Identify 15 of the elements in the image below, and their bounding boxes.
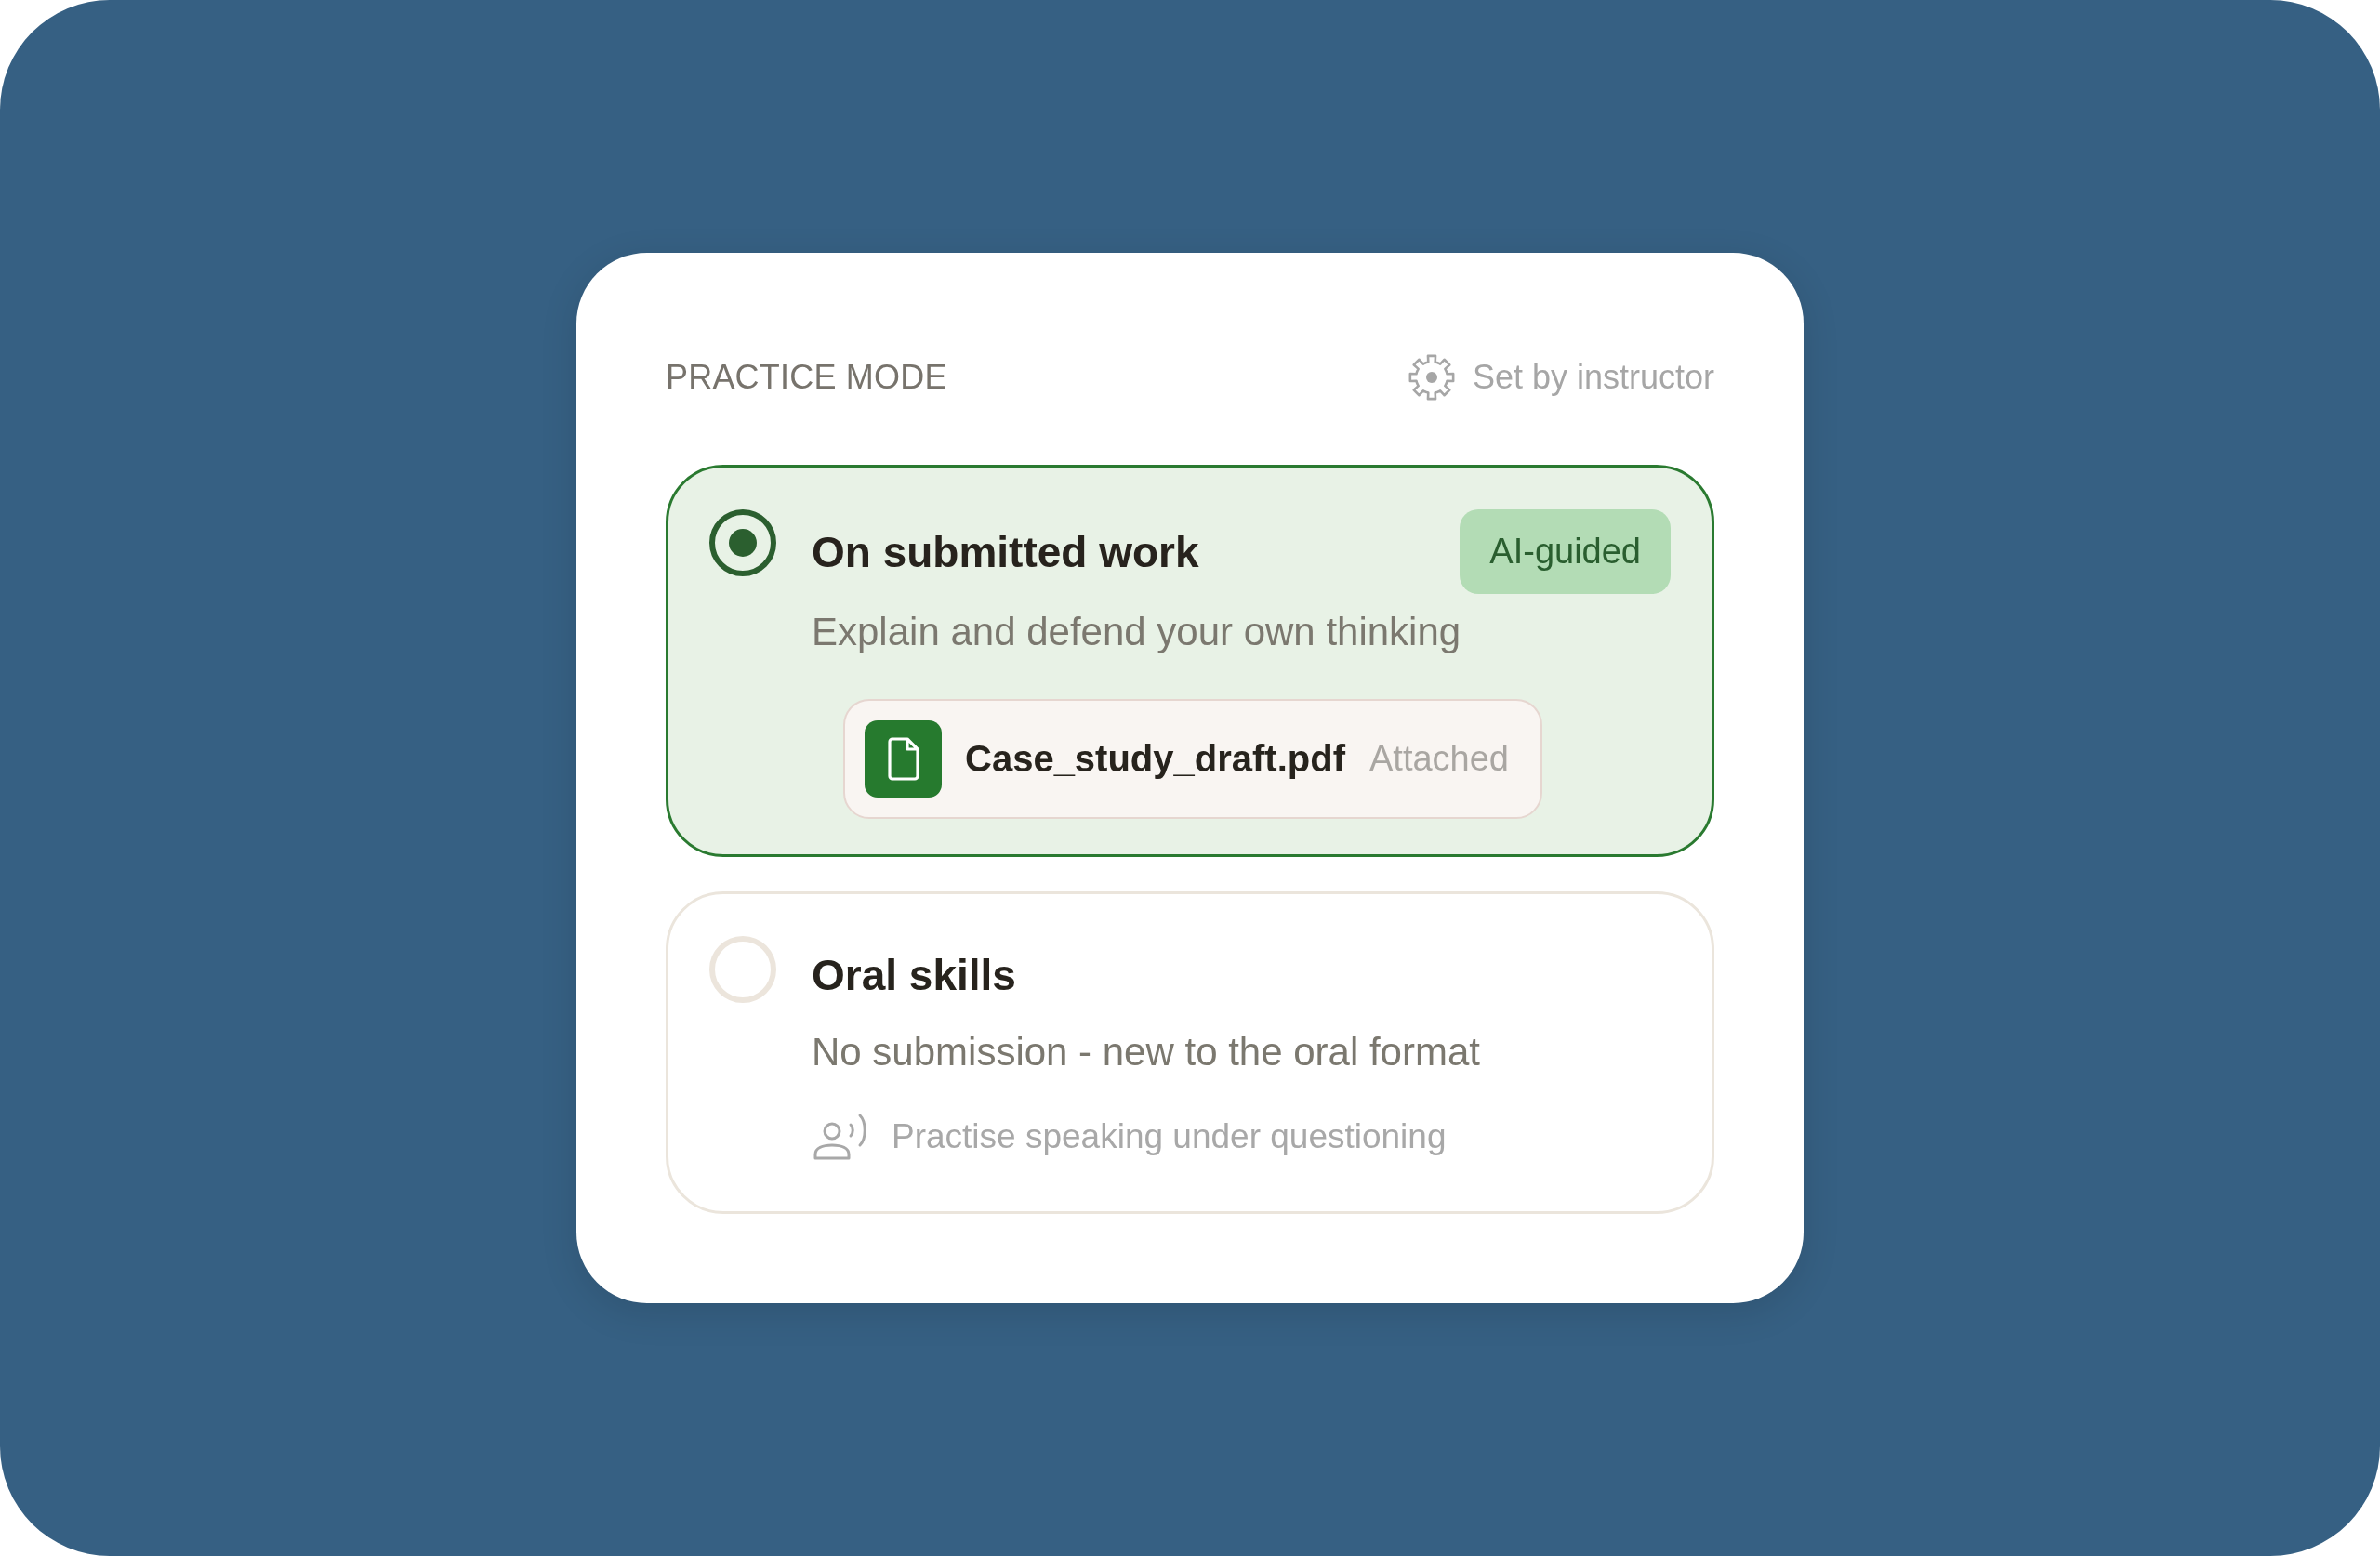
- file-name: Case_study_draft.pdf: [965, 738, 1345, 780]
- option-card[interactable]: Oral skills No submission - new to the oral format Practise speaking under questioning: [666, 891, 1714, 1214]
- option-title: Oral skills: [812, 950, 1016, 1000]
- attachment-status: Attached: [1369, 739, 1509, 779]
- radio-button[interactable]: [709, 509, 776, 576]
- mode-badge: AI-guided: [1460, 509, 1671, 594]
- option-title: On submitted work: [812, 526, 1199, 577]
- hint-text: Practise speaking under questioning: [892, 1117, 1447, 1156]
- option-description: No submission - new to the oral format: [812, 1029, 1481, 1075]
- document-icon: [865, 720, 942, 798]
- section-title: PRACTICE MODE: [666, 358, 947, 397]
- settings-icon: [1407, 353, 1456, 402]
- option-card[interactable]: On submitted work AI-guided Explain and defend your own thinking Case_study_draft.pdf Attached: [666, 465, 1714, 857]
- option-description: Explain and defend your own thinking: [812, 609, 1462, 655]
- note-text: Set by instructor: [1472, 358, 1714, 397]
